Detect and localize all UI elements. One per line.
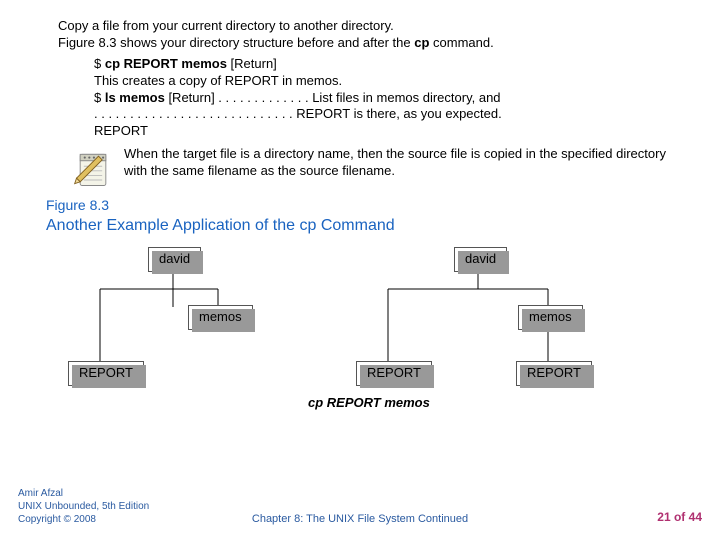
footer-author: Amir Afzal bbox=[18, 487, 149, 500]
footer-left: Amir Afzal UNIX Unbounded, 5th Edition C… bbox=[18, 487, 149, 526]
cmd-line-4: . . . . . . . . . . . . . . . . . . . . … bbox=[94, 106, 692, 123]
tree-before: david memos REPORT bbox=[58, 245, 288, 415]
node-memos: memos bbox=[188, 305, 253, 330]
diagram: david memos REPORT david memos REPORT RE… bbox=[58, 245, 692, 415]
intro-text: Copy a file from your current directory … bbox=[58, 18, 692, 52]
footer-chapter: Chapter 8: The UNIX File System Continue… bbox=[252, 512, 468, 526]
footer-book: UNIX Unbounded, 5th Edition bbox=[18, 500, 149, 513]
cmd-line-5: REPORT bbox=[94, 123, 692, 140]
cmd-line-3: $ ls memos [Return] . . . . . . . . . . … bbox=[94, 90, 692, 107]
cmd-line-1: $ cp REPORT memos [Return] bbox=[94, 56, 692, 73]
footer-copyright: Copyright © 2008 bbox=[18, 513, 149, 526]
footer-page: 21 of 44 bbox=[657, 510, 702, 526]
note-text: When the target file is a directory name… bbox=[124, 146, 692, 180]
note-row: When the target file is a directory name… bbox=[70, 146, 692, 192]
node-report-left: REPORT bbox=[356, 361, 432, 386]
node-david-after: david bbox=[454, 247, 507, 272]
figure-title: Another Example Application of the cp Co… bbox=[46, 216, 692, 237]
notepad-icon bbox=[70, 146, 116, 192]
intro-line1: Copy a file from your current directory … bbox=[58, 18, 692, 35]
figure-8-3: Figure 8.3 Another Example Application o… bbox=[38, 196, 692, 415]
figure-label: Figure 8.3 bbox=[46, 196, 692, 214]
node-report-right: REPORT bbox=[516, 361, 592, 386]
cmd-line-2: This creates a copy of REPORT in memos. bbox=[94, 73, 692, 90]
tree-after: david memos REPORT REPORT cp REPORT memo… bbox=[338, 245, 638, 415]
intro-line2: Figure 8.3 shows your directory structur… bbox=[58, 35, 692, 52]
node-david: david bbox=[148, 247, 201, 272]
node-report: REPORT bbox=[68, 361, 144, 386]
command-block: $ cp REPORT memos [Return] This creates … bbox=[94, 56, 692, 140]
footer: Amir Afzal UNIX Unbounded, 5th Edition C… bbox=[18, 487, 702, 526]
node-memos-after: memos bbox=[518, 305, 583, 330]
